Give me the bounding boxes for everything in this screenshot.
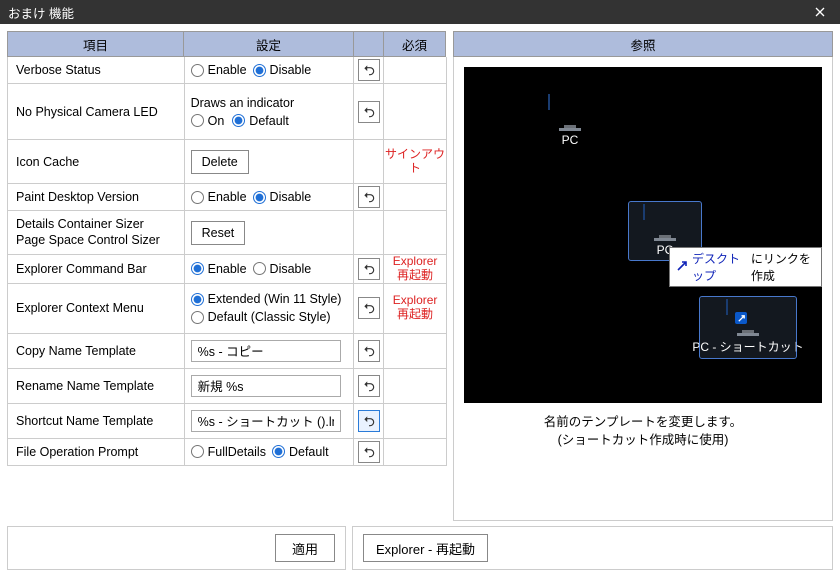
row-copy-template: Copy Name Template xyxy=(7,334,447,369)
copy-template-input[interactable] xyxy=(191,340,341,362)
cmdbar-disable[interactable]: Disable xyxy=(253,262,312,276)
undo-ctx[interactable] xyxy=(358,297,380,319)
row-camera-led: No Physical Camera LED Draws an indicato… xyxy=(7,84,447,140)
paint-enable[interactable]: Enable xyxy=(191,190,247,204)
label-copytpl: Copy Name Template xyxy=(16,344,136,358)
label-sctpl: Shortcut Name Template xyxy=(16,414,153,428)
header-undo xyxy=(354,31,384,57)
shortcut-template-input[interactable] xyxy=(191,410,341,432)
undo-copytpl[interactable] xyxy=(358,340,380,362)
rename-template-input[interactable] xyxy=(191,375,341,397)
caption-line-1: 名前のテンプレートを変更します。 xyxy=(464,413,822,431)
undo-renametpl[interactable] xyxy=(358,375,380,397)
bottom-box-right: Explorer - 再起動 xyxy=(352,526,833,570)
row-details-sizer: Details Container Sizer Page Space Contr… xyxy=(7,211,447,255)
explorer-restart-button[interactable]: Explorer - 再起動 xyxy=(363,534,488,562)
undo-led[interactable] xyxy=(358,101,380,123)
desktop-icon-label-3: PC - ショートカット xyxy=(692,338,803,355)
led-on[interactable]: On xyxy=(191,114,225,128)
cmdbar-enable[interactable]: Enable xyxy=(191,262,247,276)
paint-disable[interactable]: Disable xyxy=(253,190,312,204)
delete-cache-button[interactable]: Delete xyxy=(191,150,249,174)
label-cache: Icon Cache xyxy=(16,155,79,169)
label-cmdbar: Explorer Command Bar xyxy=(16,262,147,276)
tooltip-create-link: デスクトップ にリンクを作成 xyxy=(669,247,822,287)
close-button[interactable] xyxy=(800,0,840,24)
row-rename-template: Rename Name Template xyxy=(7,369,447,404)
desktop-icon-label-1: PC xyxy=(562,133,579,147)
tooltip-part-2: にリンクを作成 xyxy=(751,250,815,284)
tooltip-part-1: デスクトップ xyxy=(692,250,747,284)
pc-icon xyxy=(726,300,770,336)
settings-panel: 項目 設定 必須 Verbose Status Enable Disable N… xyxy=(7,31,447,521)
req-cache: サインアウト xyxy=(384,148,446,176)
label-details-2: Page Space Control Sizer xyxy=(16,233,160,249)
bottom-box-left: 適用 xyxy=(7,526,346,570)
label-paint: Paint Desktop Version xyxy=(16,190,139,204)
pc-icon xyxy=(548,95,592,131)
pc-icon xyxy=(643,205,687,241)
desktop-preview: PC PC PC - ショートカット xyxy=(464,67,822,403)
row-command-bar: Explorer Command Bar Enable Disable Expl… xyxy=(7,255,447,284)
undo-fop[interactable] xyxy=(358,441,380,463)
reset-details-button[interactable]: Reset xyxy=(191,221,246,245)
row-context-menu: Explorer Context Menu Extended (Win 11 S… xyxy=(7,284,447,334)
ctx-extended[interactable]: Extended (Win 11 Style) xyxy=(191,292,342,306)
label-details-1: Details Container Sizer xyxy=(16,217,144,233)
fop-full[interactable]: FullDetails xyxy=(191,445,266,459)
fop-default[interactable]: Default xyxy=(272,445,329,459)
apply-button[interactable]: 適用 xyxy=(275,534,335,562)
row-icon-cache: Icon Cache Delete サインアウト xyxy=(7,140,447,184)
label-verbose: Verbose Status xyxy=(16,63,101,77)
preview-panel: 参照 PC PC xyxy=(453,31,833,521)
undo-cmdbar[interactable] xyxy=(358,258,380,280)
undo-paint[interactable] xyxy=(358,186,380,208)
window-title: おまけ 機能 xyxy=(8,3,74,22)
title-bar: おまけ 機能 xyxy=(0,0,840,24)
shortcut-arrow-icon xyxy=(735,312,747,324)
header-item: 項目 xyxy=(7,31,184,57)
row-paint-desktop: Paint Desktop Version Enable Disable xyxy=(7,184,447,211)
preview-caption: 名前のテンプレートを変更します。 (ショートカット作成時に使用) xyxy=(464,413,822,449)
caption-line-2: (ショートカット作成時に使用) xyxy=(464,431,822,449)
req-cmdbar: Explorer 再起動 xyxy=(393,255,438,283)
label-ctx: Explorer Context Menu xyxy=(16,301,144,315)
led-default[interactable]: Default xyxy=(232,114,289,128)
row-verbose-status: Verbose Status Enable Disable xyxy=(7,57,447,84)
ctx-classic[interactable]: Default (Classic Style) xyxy=(191,310,331,324)
undo-verbose[interactable] xyxy=(358,59,380,81)
header-required: 必須 xyxy=(384,31,446,57)
desktop-icon-shortcut: PC - ショートカット xyxy=(700,297,796,358)
link-arrow-icon xyxy=(676,260,688,275)
row-shortcut-template: Shortcut Name Template xyxy=(7,404,447,439)
row-file-op: File Operation Prompt FullDetails Defaul… xyxy=(7,439,447,466)
header-reference: 参照 xyxy=(453,31,833,57)
label-led: No Physical Camera LED xyxy=(16,105,158,119)
led-desc: Draws an indicator xyxy=(191,96,295,110)
desktop-icon-pc-1: PC xyxy=(534,92,606,150)
undo-sctpl[interactable] xyxy=(358,410,380,432)
req-ctx: Explorer 再起動 xyxy=(393,294,438,322)
verbose-disable[interactable]: Disable xyxy=(253,63,312,77)
header-setting: 設定 xyxy=(184,31,354,57)
verbose-enable[interactable]: Enable xyxy=(191,63,247,77)
label-fop: File Operation Prompt xyxy=(16,445,138,459)
label-renametpl: Rename Name Template xyxy=(16,379,154,393)
